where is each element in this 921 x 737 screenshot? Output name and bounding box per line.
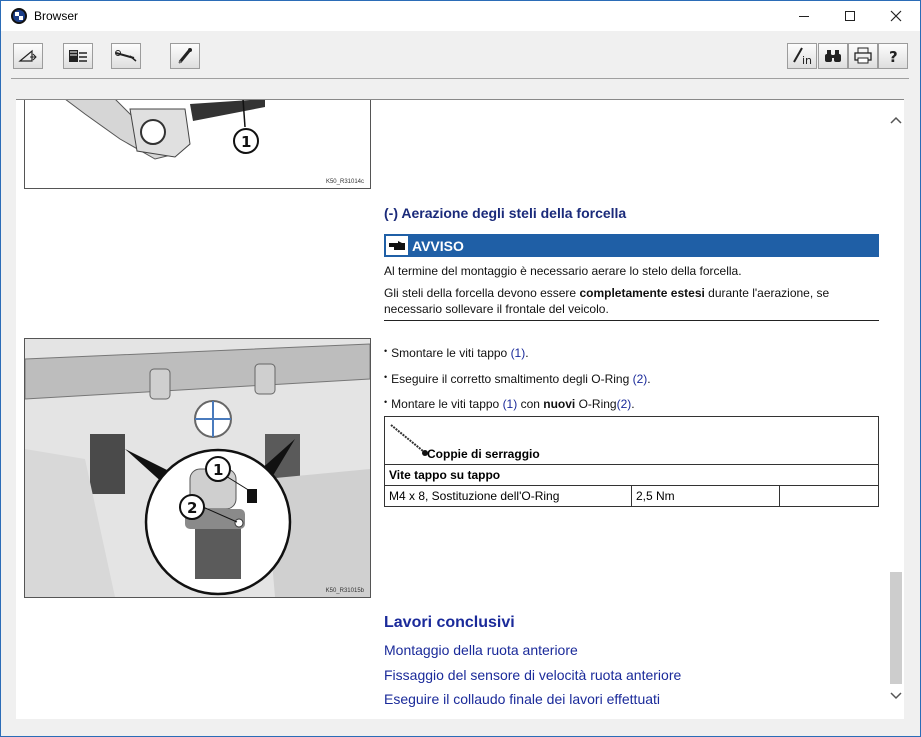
- notice-line-3: necessario sollevare il frontale del vei…: [384, 302, 609, 316]
- pen-icon: [178, 48, 192, 64]
- torque-header-cell: Coppie di serraggio: [384, 416, 879, 465]
- step-text: O-Ring: [575, 397, 617, 411]
- browser-window: Browser in ? 1 K50_R31014c (-) Aerazione…: [0, 0, 921, 737]
- table-row: M4 x 8, Sostituzione dell'O-Ring 2,5 Nm: [384, 485, 879, 507]
- notice-line-1: Al termine del montaggio è necessario ae…: [384, 264, 742, 278]
- step-text: con: [517, 397, 544, 411]
- hand-pointer-icon: [386, 236, 408, 255]
- bmw-logo-icon: [11, 8, 27, 24]
- help-icon: ?: [889, 48, 898, 65]
- figure2-callout-2: 2: [187, 499, 197, 517]
- notice-divider: [384, 320, 879, 321]
- step-item: • Smontare le viti tappo (1).: [384, 346, 529, 360]
- notice-line-2: Gli steli della forcella devono essere c…: [384, 285, 829, 301]
- step-text: .: [631, 397, 635, 411]
- link-speed-sensor[interactable]: Fissaggio del sensore di velocità ruota …: [384, 667, 681, 683]
- close-icon: [890, 10, 902, 22]
- rotate-button[interactable]: [13, 43, 43, 69]
- close-button[interactable]: [873, 1, 919, 31]
- step-text: .: [647, 372, 651, 386]
- notice-text: durante l'aerazione, se: [704, 286, 830, 300]
- document-edit-button[interactable]: [63, 43, 93, 69]
- handlebar-fork-illustration: 1 2: [25, 339, 370, 597]
- scrollbar-thumb[interactable]: [890, 572, 902, 684]
- fork-top-figure: 1 2 K50_R31015b: [24, 338, 371, 598]
- step-item: • Eseguire il corretto smaltimento degli …: [384, 372, 651, 386]
- window-title: Browser: [34, 9, 79, 23]
- svg-text:in: in: [802, 54, 812, 66]
- figure1-callout-1: 1: [241, 133, 251, 151]
- step-text: Smontare le viti tappo: [391, 346, 511, 360]
- step-text: .: [525, 346, 529, 360]
- toolbar-divider: [11, 78, 909, 79]
- tool-button[interactable]: [111, 43, 141, 69]
- fork-cap-figure-top: 1 K50_R31014c: [24, 100, 371, 189]
- step-reference: (2): [632, 372, 648, 386]
- notice-banner: AVVISO: [384, 234, 879, 257]
- step-bold-text: nuovi: [543, 397, 576, 411]
- print-icon: [854, 47, 872, 64]
- toolbar: in ?: [1, 31, 920, 79]
- step-text: Montare le viti tappo: [391, 397, 503, 411]
- print-button[interactable]: [848, 43, 878, 69]
- torque-table: Coppie di serraggio Vite tappo su tappo …: [384, 416, 879, 507]
- title-bar: Browser: [1, 1, 920, 31]
- maximize-button[interactable]: [827, 1, 873, 31]
- notice-label: AVVISO: [412, 237, 464, 254]
- search-button[interactable]: [818, 43, 848, 69]
- document-edit-icon: [69, 50, 87, 62]
- step-text: Eseguire il corretto smaltimento degli O…: [391, 372, 633, 386]
- figure2-caption: K50_R31015b: [325, 588, 364, 594]
- torque-header: Coppie di serraggio: [427, 447, 540, 461]
- svg-text:?: ?: [889, 48, 898, 65]
- rotate-icon: [18, 49, 37, 62]
- step-reference: (1): [510, 346, 526, 360]
- scroll-down-button[interactable]: [888, 688, 904, 704]
- document-viewer: 1 K50_R31014c (-) Aerazione degli steli …: [16, 99, 904, 719]
- maximize-icon: [845, 11, 855, 21]
- section-title: (-) Aerazione degli steli della forcella: [384, 205, 627, 221]
- minimize-button[interactable]: [781, 1, 827, 31]
- notice-text: Gli steli della forcella devono essere: [384, 286, 580, 300]
- chevron-down-icon: [890, 692, 902, 700]
- torque-subheader-cell: Vite tappo su tappo: [384, 464, 879, 486]
- step-reference: (1): [502, 397, 518, 411]
- sign-in-icon: in: [793, 47, 812, 66]
- figure1-caption: K50_R31014c: [325, 179, 364, 185]
- step-item: • Montare le viti tappo (1) con nuovi O-R…: [384, 397, 635, 411]
- help-button[interactable]: ?: [878, 43, 908, 69]
- pen-button[interactable]: [170, 43, 200, 69]
- torque-item-cell: M4 x 8, Sostituzione dell'O-Ring: [384, 485, 632, 507]
- torque-subheader: Vite tappo su tappo: [389, 468, 501, 482]
- binoculars-icon: [825, 50, 841, 62]
- step-reference: (2): [616, 397, 632, 411]
- vertical-scrollbar[interactable]: [888, 100, 904, 719]
- torque-extra-cell: [779, 485, 879, 507]
- link-front-wheel-install[interactable]: Montaggio della ruota anteriore: [384, 642, 578, 658]
- link-final-test[interactable]: Eseguire il collaudo finale dei lavori e…: [384, 691, 660, 707]
- chevron-up-icon: [890, 116, 902, 124]
- minimize-icon: [799, 15, 809, 17]
- figure2-callout-1: 1: [213, 461, 223, 479]
- scroll-up-button[interactable]: [888, 112, 904, 128]
- fork-cap-illustration: 1: [65, 100, 265, 160]
- sign-in-button[interactable]: in: [787, 43, 817, 69]
- tool-icon: [115, 50, 137, 62]
- final-section-title: Lavori conclusivi: [384, 614, 515, 631]
- notice-bold-text: completamente estesi: [579, 286, 705, 300]
- torque-value-cell: 2,5 Nm: [631, 485, 780, 507]
- torque-wrench-icon: [390, 424, 428, 456]
